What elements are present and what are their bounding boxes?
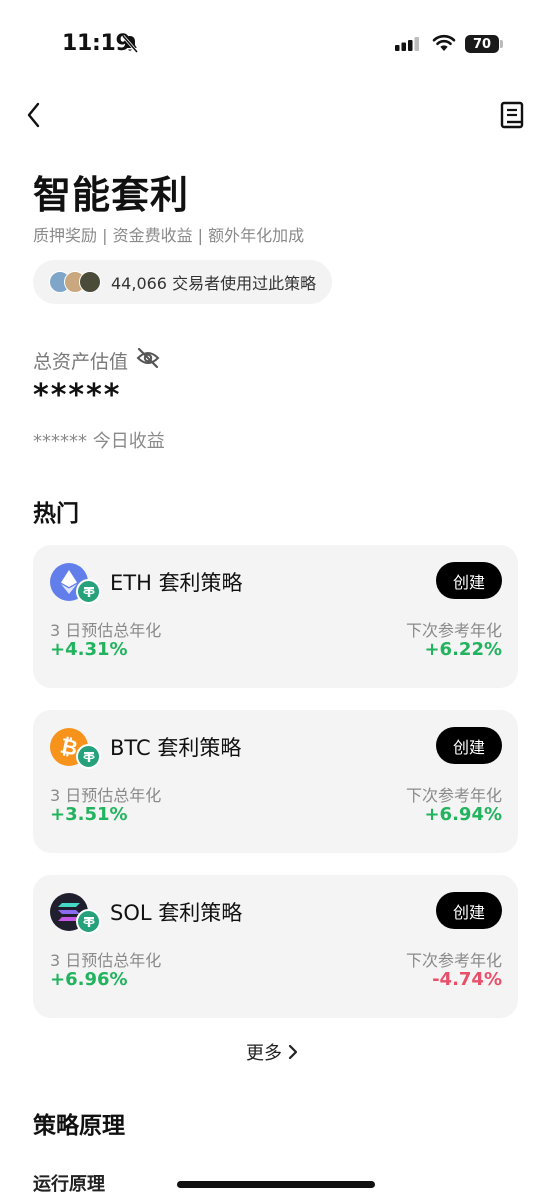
signal-icon bbox=[395, 37, 419, 51]
users-count-text: 44,066 交易者使用过此策略 bbox=[111, 274, 317, 293]
usdt-icon bbox=[76, 744, 101, 769]
next-ref-annual-label: 下次参考年化 bbox=[405, 951, 502, 970]
chevron-right-icon bbox=[288, 1044, 298, 1060]
est-annual-label: 3 日预估总年化 bbox=[50, 621, 162, 640]
est-annual-value: +3.51% bbox=[50, 804, 128, 825]
next-ref-annual-value: +6.22% bbox=[424, 639, 502, 660]
next-ref-annual-label: 下次参考年化 bbox=[405, 621, 502, 640]
today-earnings: ****** 今日收益 bbox=[33, 431, 165, 452]
run-principle-label: 运行原理 bbox=[33, 1174, 105, 1195]
usdt-icon bbox=[76, 579, 101, 604]
card-title: ETH 套利策略 bbox=[110, 571, 243, 595]
next-ref-annual-value: -4.74% bbox=[432, 969, 502, 990]
usdt-icon bbox=[76, 909, 101, 934]
next-ref-annual-value: +6.94% bbox=[424, 804, 502, 825]
back-icon[interactable] bbox=[26, 102, 42, 128]
bell-off-icon bbox=[121, 35, 139, 53]
avatar bbox=[79, 271, 101, 293]
create-button[interactable]: 创建 bbox=[436, 892, 502, 929]
coin-icon-group bbox=[50, 563, 102, 607]
coin-icon-group: ₿ bbox=[50, 728, 102, 772]
strategy-card-sol[interactable]: SOL 套利策略 创建 3 日预估总年化 +6.96% 下次参考年化 -4.74… bbox=[33, 875, 518, 1018]
card-title: BTC 套利策略 bbox=[110, 736, 242, 760]
home-indicator[interactable] bbox=[177, 1181, 375, 1188]
more-link[interactable]: 更多 bbox=[246, 1039, 300, 1065]
battery-indicator: 70 bbox=[465, 35, 499, 53]
strategy-page: 11:19 70 智能套利 质押奖励 | 资金费收益 | 额外年化加成 44,0… bbox=[0, 0, 551, 1200]
wifi-icon bbox=[432, 34, 456, 51]
document-icon[interactable] bbox=[500, 101, 524, 129]
avatar-group bbox=[49, 270, 105, 294]
total-assets-value: ***** bbox=[33, 378, 122, 413]
page-title: 智能套利 bbox=[33, 173, 190, 217]
est-annual-label: 3 日预估总年化 bbox=[50, 951, 162, 970]
principle-heading: 策略原理 bbox=[33, 1113, 125, 1139]
next-ref-annual-label: 下次参考年化 bbox=[405, 786, 502, 805]
est-annual-label: 3 日预估总年化 bbox=[50, 786, 162, 805]
total-assets-label: 总资产估值 bbox=[33, 351, 129, 373]
create-button[interactable]: 创建 bbox=[436, 727, 502, 764]
users-count-pill: 44,066 交易者使用过此策略 bbox=[33, 260, 332, 304]
est-annual-value: +6.96% bbox=[50, 969, 128, 990]
more-label: 更多 bbox=[246, 1043, 282, 1064]
strategy-card-eth[interactable]: ETH 套利策略 创建 3 日预估总年化 +4.31% 下次参考年化 +6.22… bbox=[33, 545, 518, 688]
create-button[interactable]: 创建 bbox=[436, 562, 502, 599]
card-title: SOL 套利策略 bbox=[110, 901, 243, 925]
est-annual-value: +4.31% bbox=[50, 639, 128, 660]
hot-section-heading: 热门 bbox=[33, 501, 79, 527]
coin-icon-group bbox=[50, 893, 102, 937]
eye-off-icon[interactable] bbox=[136, 347, 160, 369]
page-subtitle: 质押奖励 | 资金费收益 | 额外年化加成 bbox=[33, 226, 305, 245]
strategy-card-btc[interactable]: ₿ BTC 套利策略 创建 3 日预估总年化 +3.51% 下次参考年化 +6.… bbox=[33, 710, 518, 853]
battery-cap bbox=[500, 40, 503, 48]
